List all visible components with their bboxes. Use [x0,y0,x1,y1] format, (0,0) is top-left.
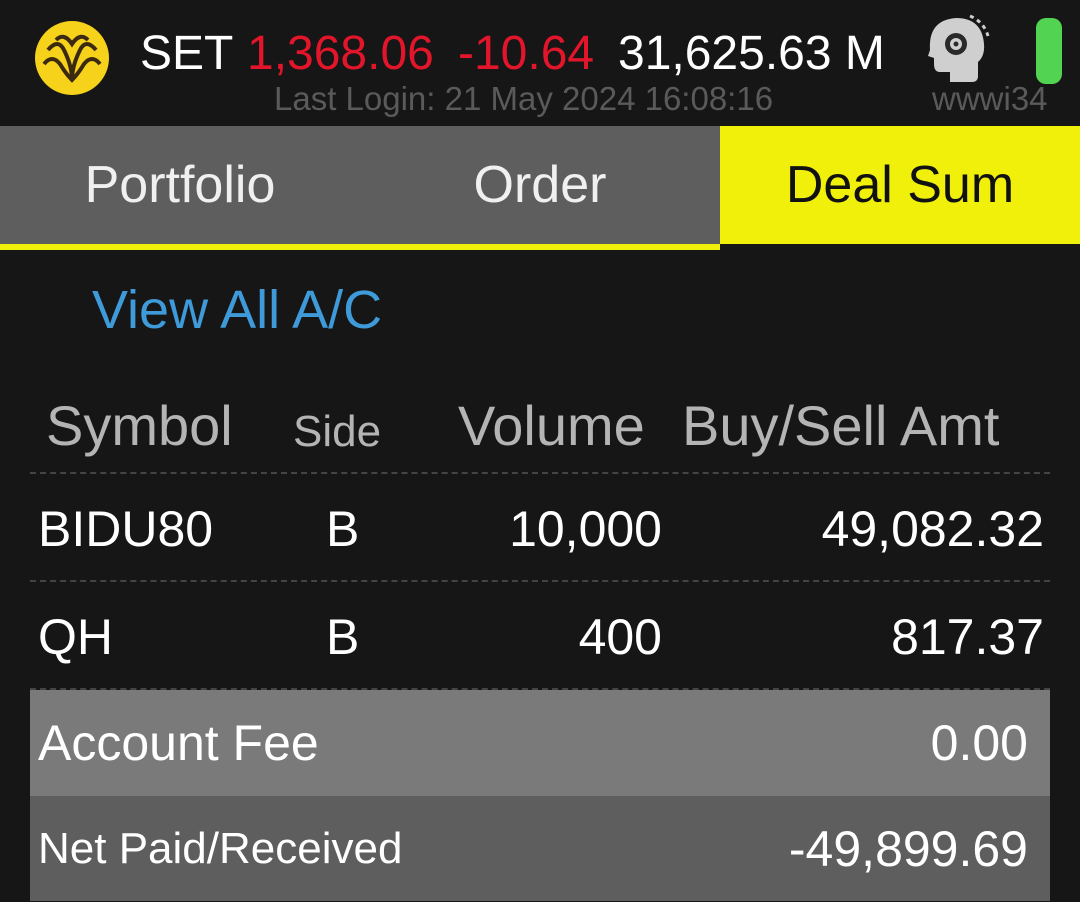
index-change: -10.64 [458,27,595,80]
head-gear-icon[interactable] [922,10,992,86]
table-row[interactable]: BIDU80 B 10,000 49,082.32 [0,476,1080,582]
view-all-accounts-link[interactable]: View All A/C [92,278,382,342]
column-header-symbol: Symbol [46,394,233,457]
tab-underline [0,244,720,250]
top-status-bar: SET 1,368.06 -10.64 31,625.63 M Last Log… [0,0,1080,126]
row-divider [30,580,1050,582]
index-value: 1,368.06 [247,27,434,80]
cell-symbol: BIDU80 [38,501,214,557]
row-divider [30,472,1050,474]
market-value: 31,625.63 M [618,27,885,80]
net-paid-label: Net Paid/Received [38,824,403,873]
account-fee-row: Account Fee 0.00 [30,690,1050,796]
last-login-text: Last Login: 21 May 2024 16:08:16 [274,80,774,117]
user-id: wwwi34 [932,80,1048,117]
krungsri-logo [35,21,109,95]
net-paid-row: Net Paid/Received -49,899.69 [30,796,1050,901]
cell-amount: 817.37 [891,609,1044,665]
tab-order[interactable]: Order [360,126,720,244]
account-fee-label: Account Fee [38,715,319,771]
table-row[interactable]: QH B 400 817.37 [0,584,1080,690]
cell-amount: 49,082.32 [821,501,1044,557]
column-header-volume: Volume [458,394,645,457]
cell-volume: 400 [578,609,662,665]
tab-bar: Portfolio Order Deal Sum [0,126,1080,244]
cell-side: B [326,609,360,665]
column-header-side: Side [293,407,382,456]
battery-icon [1036,18,1062,84]
tab-portfolio[interactable]: Portfolio [0,126,360,244]
cell-symbol: QH [38,609,113,665]
column-header-amount: Buy/Sell Amt [682,394,1000,457]
account-fee-value: 0.00 [930,715,1028,771]
net-paid-value: -49,899.69 [788,821,1028,877]
cell-volume: 10,000 [509,501,662,557]
tab-deal-sum[interactable]: Deal Sum [720,126,1080,244]
cell-side: B [326,501,360,557]
index-name: SET [140,27,234,80]
